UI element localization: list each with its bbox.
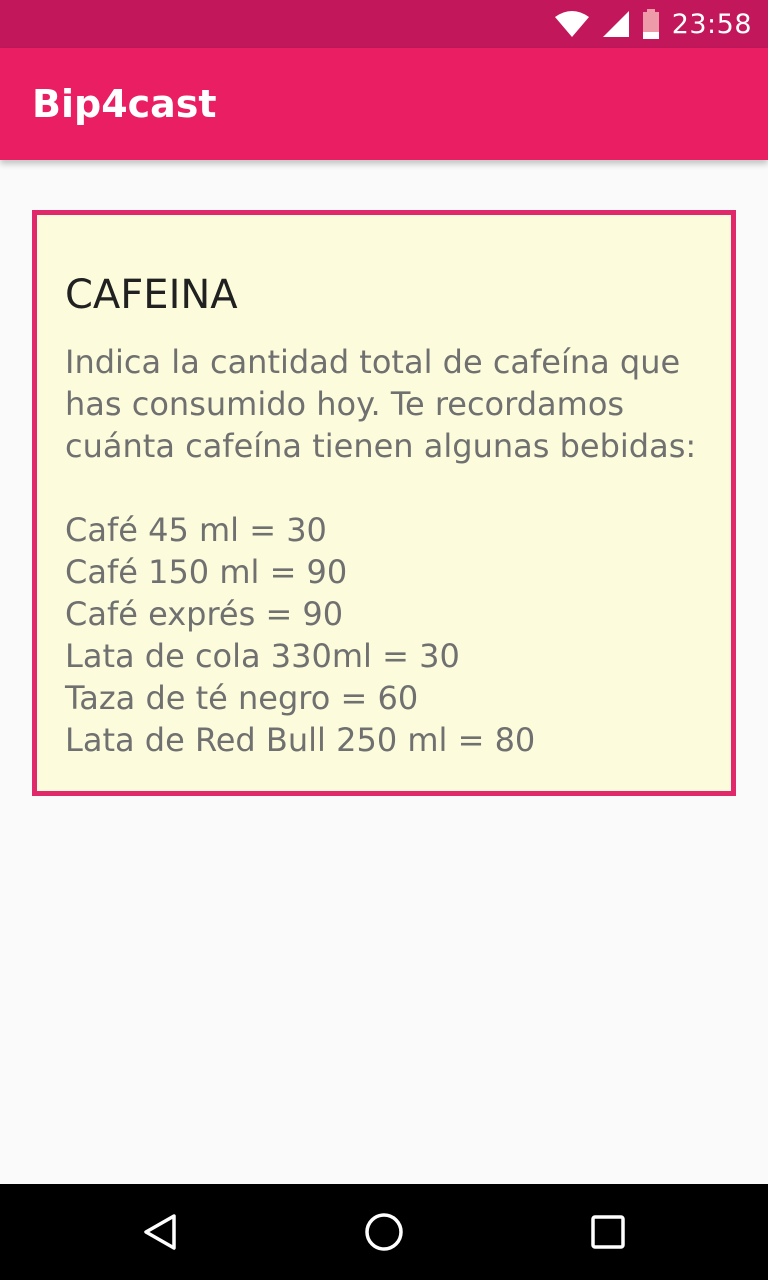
wifi-icon	[554, 10, 590, 38]
caffeine-info-card: CAFEINA Indica la cantidad total de cafe…	[32, 210, 736, 796]
app-title: Bip4cast	[32, 82, 217, 126]
drink-item: Lata de Red Bull 250 ml = 80	[65, 721, 536, 759]
recents-icon	[591, 1215, 625, 1249]
card-title: CAFEINA	[65, 272, 238, 318]
home-button[interactable]	[324, 1184, 444, 1280]
drink-item: Lata de cola 330ml = 30	[65, 637, 460, 675]
drink-item: Taza de té negro = 60	[65, 679, 419, 717]
home-icon	[365, 1213, 403, 1251]
card-description: Indica la cantidad total de cafeína que …	[65, 343, 697, 465]
status-bar: 23:58	[0, 0, 768, 48]
back-icon	[144, 1214, 176, 1250]
drink-item: Café exprés = 90	[65, 595, 344, 633]
drink-item: Café 45 ml = 30	[65, 511, 327, 549]
recents-button[interactable]	[548, 1184, 668, 1280]
drink-list: Café 45 ml = 30 Café 150 ml = 90 Café ex…	[65, 509, 703, 761]
signal-icon	[602, 10, 630, 38]
back-button[interactable]	[100, 1184, 220, 1280]
status-time: 23:58	[671, 8, 752, 40]
drink-item: Café 150 ml = 90	[65, 553, 348, 591]
battery-icon	[642, 9, 660, 39]
app-bar: Bip4cast	[0, 48, 768, 160]
navigation-bar	[0, 1184, 768, 1280]
